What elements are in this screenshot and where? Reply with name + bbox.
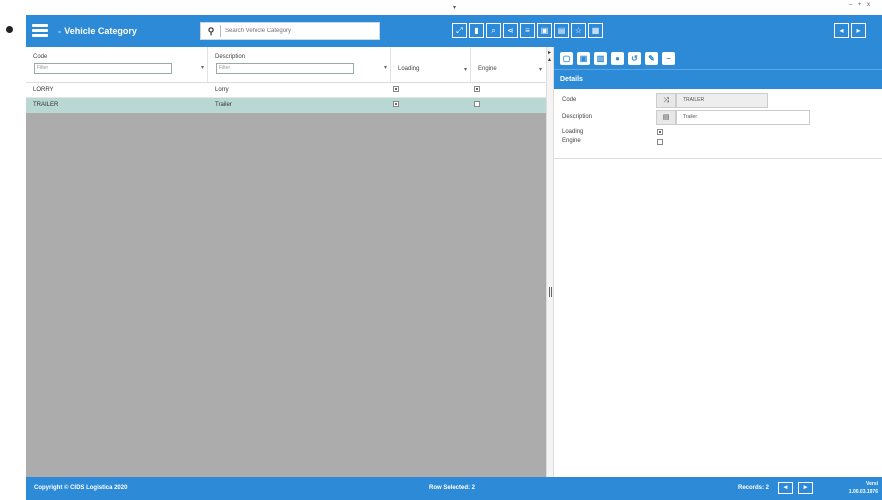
- collapse-arrow-icon[interactable]: ▸ ▴: [548, 49, 551, 63]
- shuffle-icon[interactable]: ⤨: [656, 93, 676, 108]
- column-code-label[interactable]: Code: [33, 54, 47, 60]
- hamburger-menu-icon[interactable]: [32, 24, 48, 37]
- cell-description: Lorry: [215, 87, 229, 93]
- description-field[interactable]: Trailer: [676, 110, 810, 125]
- sort-icon[interactable]: ▾: [384, 64, 387, 71]
- save-icon[interactable]: ▣: [537, 23, 552, 38]
- star-icon[interactable]: ☆: [571, 23, 586, 38]
- loading-checkbox[interactable]: [393, 101, 399, 108]
- window-controls[interactable]: – + x: [849, 2, 872, 8]
- header-right-toolbar: ◂ ▸: [834, 23, 868, 38]
- sort-icon[interactable]: ▾: [464, 66, 467, 73]
- version-label: Versi: [866, 481, 878, 487]
- info-icon[interactable]: ●: [611, 52, 624, 65]
- engine-label: Engine: [562, 138, 581, 144]
- row-selected-text: Row Selected: 2: [429, 485, 476, 491]
- search-box: ⚲: [200, 22, 380, 40]
- edit-icon[interactable]: ✎: [645, 52, 658, 65]
- share-icon[interactable]: ⋖: [503, 23, 518, 38]
- engine-checkbox[interactable]: [657, 139, 663, 145]
- sort-icon[interactable]: ▾: [201, 64, 204, 71]
- minus-icon[interactable]: –: [662, 52, 675, 65]
- app-header: ≈Vehicle Category ⚲ ⤢ ▮ ⌕ ⋖ ≡ ▣ ▤ ☆ ▦ ◂ …: [26, 15, 882, 47]
- grid-header: Code Filter ▾ Description Filter ▾ Loadi…: [26, 47, 546, 83]
- sort-icon[interactable]: ▾: [539, 66, 542, 73]
- code-label: Code: [562, 97, 577, 103]
- page-title-text: Vehicle Category: [64, 26, 137, 36]
- title-prefix-icon: ≈: [58, 30, 62, 36]
- engine-checkbox[interactable]: [474, 86, 480, 93]
- window-top-marker: ▾: [453, 5, 457, 11]
- bookmark-icon[interactable]: ▮: [469, 23, 484, 38]
- undo-icon[interactable]: ↺: [628, 52, 641, 65]
- detail-panel: ▢ ▣ ▥ ● ↺ ✎ – Details Code ⤨ TRAILER Des…: [554, 47, 882, 477]
- splitter-grip-icon[interactable]: [549, 287, 552, 297]
- version-info: Versi 1.00.03.1976: [844, 480, 878, 496]
- document-icon[interactable]: ▤: [656, 110, 676, 125]
- records-count: Records: 2: [738, 485, 770, 491]
- data-grid: Code Filter ▾ Description Filter ▾ Loadi…: [26, 47, 546, 477]
- search-separator: [220, 25, 221, 37]
- code-filter-input[interactable]: Filter: [34, 63, 172, 74]
- filter-icon[interactable]: ⌕: [486, 23, 501, 38]
- column-loading-label[interactable]: Loading: [398, 66, 419, 72]
- loading-checkbox[interactable]: [393, 86, 399, 93]
- grid-icon[interactable]: ▦: [588, 23, 603, 38]
- table-row[interactable]: TRAILER Trailer: [26, 98, 546, 113]
- save-icon[interactable]: ▣: [577, 52, 590, 65]
- copyright-text: Copyright © CIDS Logistica 2020: [34, 485, 128, 491]
- list-icon[interactable]: ≡: [520, 23, 535, 38]
- column-description-label[interactable]: Description: [215, 54, 245, 60]
- column-code: Code Filter ▾: [26, 47, 208, 83]
- new-icon[interactable]: ▢: [560, 52, 573, 65]
- page-title: ≈ Vehicle Category: [58, 26, 137, 36]
- loading-label: Loading: [562, 129, 584, 135]
- cell-engine: [474, 98, 480, 113]
- loading-checkbox[interactable]: [657, 129, 663, 135]
- first-page-icon[interactable]: ◂: [778, 482, 793, 494]
- description-filter-input[interactable]: Filter: [216, 63, 354, 74]
- cell-engine: [474, 83, 480, 98]
- table-row[interactable]: LORRY Lorry: [26, 83, 546, 98]
- header-toolbar: ⤢ ▮ ⌕ ⋖ ≡ ▣ ▤ ☆ ▦: [452, 23, 605, 38]
- panel-splitter[interactable]: ▸ ▴: [546, 47, 554, 477]
- expand-icon[interactable]: ⤢: [452, 23, 467, 38]
- cell-description: Trailer: [215, 102, 232, 108]
- detail-form: Code ⤨ TRAILER Description ▤ Trailer Loa…: [554, 89, 882, 159]
- status-bar: Copyright © CIDS Logistica 2020 Row Sele…: [26, 477, 882, 500]
- description-label: Description: [562, 114, 593, 120]
- code-field: TRAILER: [676, 93, 768, 108]
- detail-toolbar: ▢ ▣ ▥ ● ↺ ✎ –: [554, 47, 882, 69]
- cell-code: TRAILER: [33, 102, 59, 108]
- detail-title: Details: [554, 69, 882, 89]
- column-description: Description Filter ▾: [208, 47, 391, 83]
- export-icon[interactable]: ▤: [554, 23, 569, 38]
- page: ▾ – + x ≈Vehicle Category ⚲ ⤢ ▮ ⌕ ⋖ ≡ ▣ …: [0, 0, 882, 500]
- back-icon[interactable]: ◂: [834, 23, 849, 38]
- logout-icon[interactable]: ▸: [851, 23, 866, 38]
- last-page-icon[interactable]: ▸: [798, 482, 813, 494]
- engine-checkbox[interactable]: [474, 101, 480, 108]
- search-icon[interactable]: ⚲: [204, 25, 218, 37]
- column-loading: Loading ▾: [391, 47, 471, 83]
- column-engine-label[interactable]: Engine: [478, 66, 497, 72]
- cell-code: LORRY: [33, 87, 54, 93]
- delete-icon[interactable]: ▥: [594, 52, 607, 65]
- cell-loading: [393, 98, 399, 113]
- cell-loading: [393, 83, 399, 98]
- column-engine: Engine ▾: [471, 47, 546, 83]
- version-value: 1.00.03.1976: [848, 489, 878, 495]
- search-input[interactable]: [225, 25, 375, 37]
- bullet-marker: [6, 26, 13, 33]
